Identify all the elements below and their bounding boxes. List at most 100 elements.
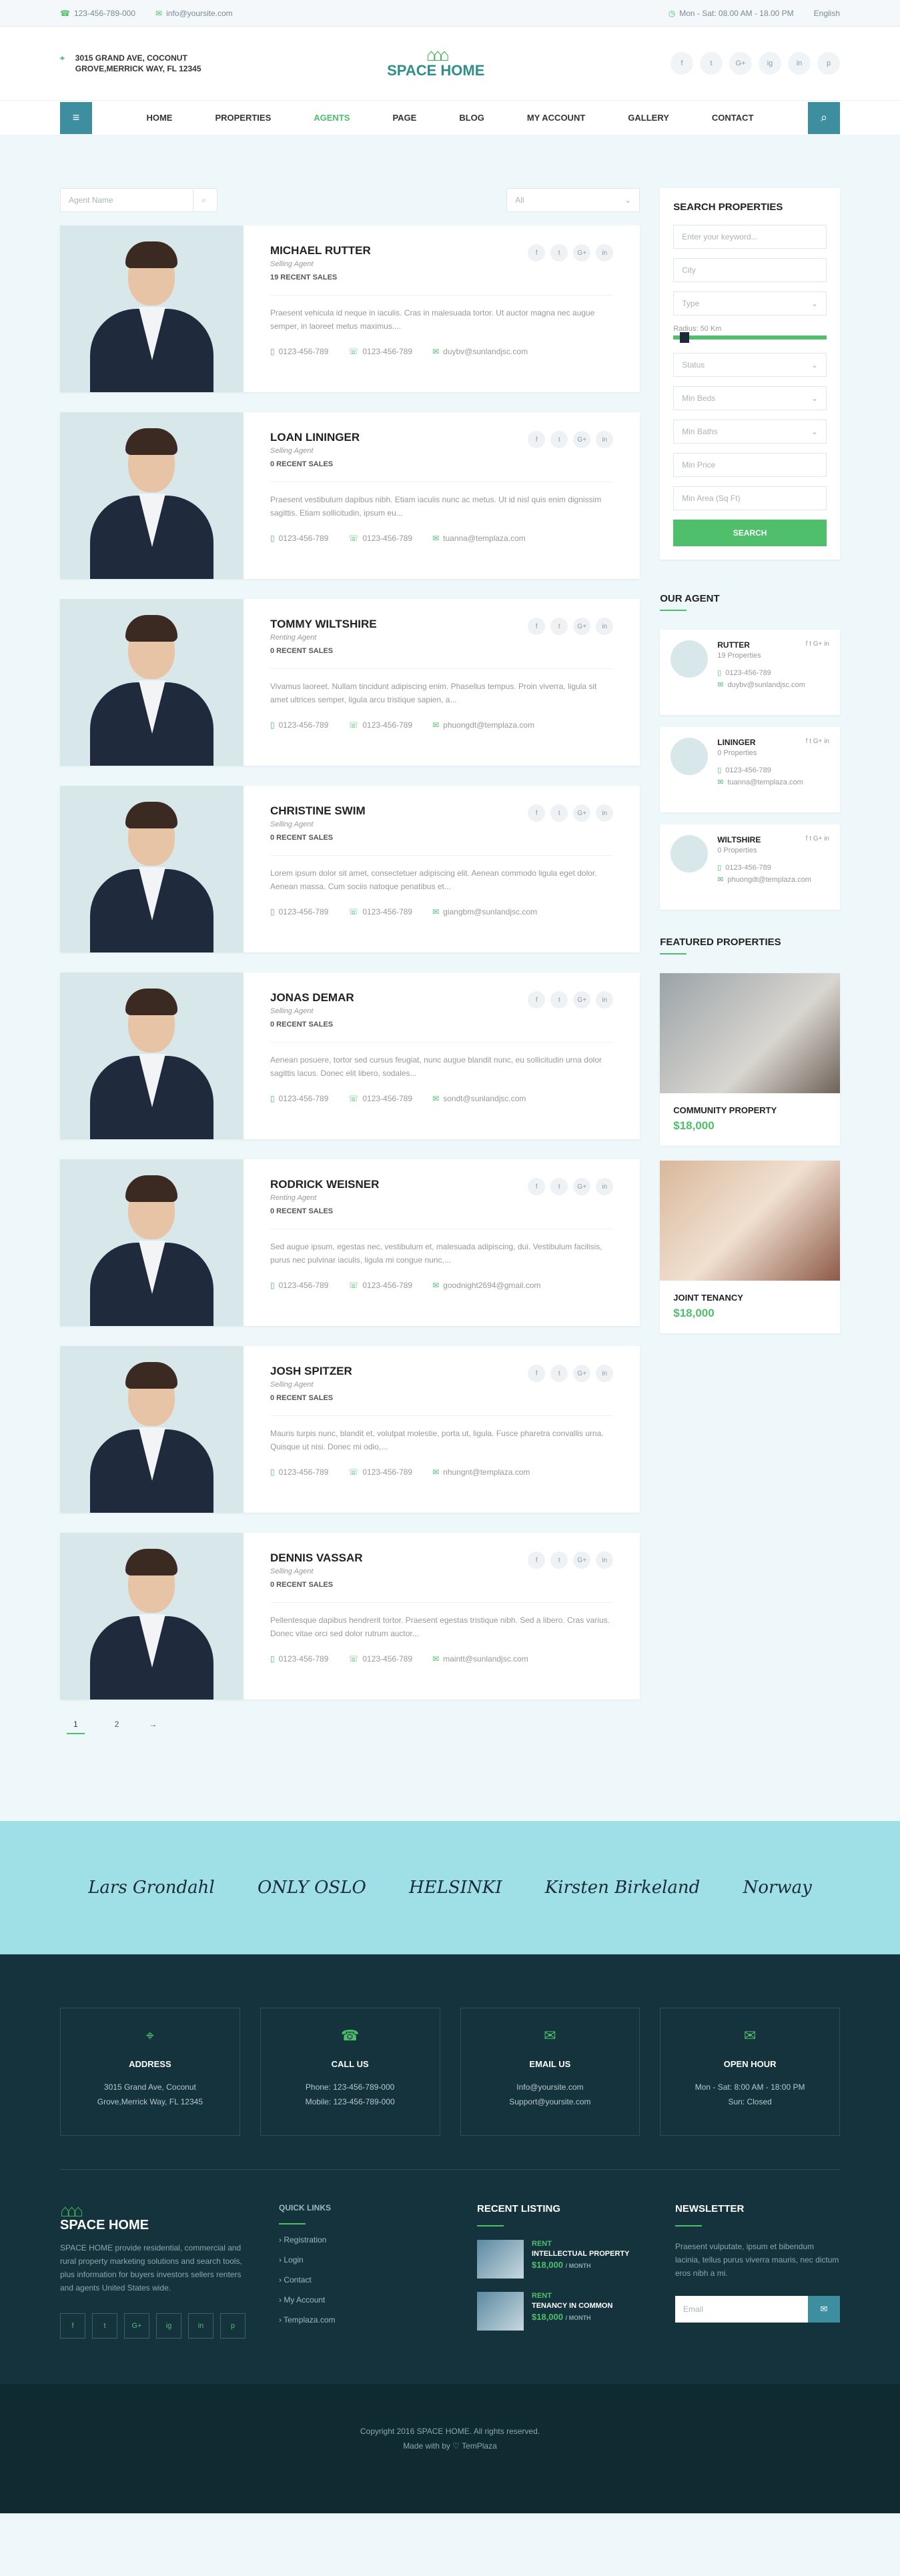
linkedin-icon[interactable]: in [596, 991, 614, 1009]
page-1[interactable]: 1 [67, 1720, 85, 1734]
nav-blog[interactable]: BLOG [459, 113, 484, 123]
instagram-icon[interactable]: ig [156, 2313, 181, 2339]
mini-agent-name[interactable]: RUTTER [717, 640, 750, 650]
featured-property[interactable]: COMMUNITY PROPERTY $18,000 [660, 973, 840, 1146]
property-image[interactable] [660, 1161, 840, 1281]
agent-name[interactable]: MICHAEL RUTTER [270, 244, 371, 257]
partner-logo[interactable]: Kirsten Birkeland [545, 1878, 701, 1898]
agent-name-input[interactable]: Agent Name [60, 188, 193, 212]
city-input[interactable]: City [673, 258, 827, 282]
partner-logo[interactable]: Norway [743, 1878, 812, 1898]
agent-email[interactable]: ✉ sondt@sunlandjsc.com [432, 1094, 526, 1103]
quick-link[interactable]: › My Account [279, 2295, 444, 2305]
facebook-icon[interactable]: f [528, 1365, 546, 1382]
menu-toggle-button[interactable]: ≡ [60, 101, 92, 134]
nav-contact[interactable]: CONTACT [712, 113, 754, 123]
nav-page[interactable]: PAGE [392, 113, 416, 123]
agent-photo[interactable] [60, 786, 244, 952]
agent-email[interactable]: ✉ duybv@sunlandjsc.com [432, 347, 528, 356]
mini-agent-name[interactable]: LININGER [717, 738, 755, 747]
agent-photo[interactable] [60, 225, 244, 392]
agent-card[interactable]: JONAS DEMAR Selling Agent 0 RECENT SALES f… [60, 973, 640, 1139]
email-info[interactable]: ✉ info@yoursite.com [155, 9, 233, 18]
twitter-icon[interactable]: t [550, 1178, 568, 1195]
google-plus-icon[interactable]: G+ [729, 52, 752, 75]
avatar[interactable] [670, 738, 709, 775]
avatar[interactable] [670, 640, 709, 678]
facebook-icon[interactable]: f [528, 618, 546, 635]
pinterest-icon[interactable]: p [220, 2313, 246, 2339]
search-submit-button[interactable]: SEARCH [673, 520, 827, 546]
slider-handle[interactable] [680, 332, 690, 343]
facebook-icon[interactable]: f [528, 1178, 546, 1195]
mini-agent-socials[interactable]: f t G+ in [806, 738, 829, 747]
google-plus-icon[interactable]: G+ [573, 244, 591, 261]
area-input[interactable]: Min Area (Sq Ft) [673, 486, 827, 510]
radius-slider[interactable] [673, 332, 827, 343]
agent-type-select[interactable]: All ⌄ [506, 188, 640, 212]
agent-card[interactable]: CHRISTINE SWIM Selling Agent 0 RECENT SALE… [60, 786, 640, 952]
next-page[interactable]: → [149, 1720, 157, 1734]
google-plus-icon[interactable]: G+ [573, 1551, 591, 1569]
agent-email[interactable]: ✉ giangbm@sunlandjsc.com [432, 907, 537, 916]
google-plus-icon[interactable]: G+ [573, 431, 591, 448]
agent-photo[interactable] [60, 1346, 244, 1513]
google-plus-icon[interactable]: G+ [573, 1365, 591, 1382]
twitter-icon[interactable]: t [550, 1365, 568, 1382]
facebook-icon[interactable]: f [670, 52, 693, 75]
agent-name[interactable]: RODRICK WEISNER [270, 1178, 379, 1191]
mini-agent-card[interactable]: WILTSHIRE f t G+ in 0 Properties ▯ 0123-45… [660, 824, 840, 910]
facebook-icon[interactable]: f [528, 431, 546, 448]
quick-link[interactable]: › Templaza.com [279, 2315, 444, 2325]
google-plus-icon[interactable]: G+ [573, 991, 591, 1009]
property-name[interactable]: COMMUNITY PROPERTY [673, 1105, 827, 1115]
avatar[interactable] [670, 835, 709, 872]
agent-photo[interactable] [60, 1533, 244, 1700]
facebook-icon[interactable]: f [528, 991, 546, 1009]
baths-select[interactable]: Min Baths ⌄ [673, 420, 827, 444]
twitter-icon[interactable]: t [92, 2313, 117, 2339]
nav-properties[interactable]: PROPERTIES [215, 113, 271, 123]
agent-name[interactable]: JOSH SPITZER [270, 1365, 352, 1378]
agent-photo[interactable] [60, 412, 244, 579]
mini-agent-socials[interactable]: f t G+ in [806, 640, 829, 650]
linkedin-icon[interactable]: in [596, 1365, 614, 1382]
agent-photo[interactable] [60, 973, 244, 1139]
facebook-icon[interactable]: f [528, 244, 546, 261]
agent-card[interactable]: TOMMY WILTSHIRE Renting Agent 0 RECENT SAL… [60, 599, 640, 766]
status-select[interactable]: Status ⌄ [673, 353, 827, 377]
quick-link[interactable]: › Login [279, 2255, 444, 2265]
nav-my-account[interactable]: MY ACCOUNT [527, 113, 585, 123]
twitter-icon[interactable]: t [700, 52, 723, 75]
partner-logo[interactable]: Lars Grondahl [88, 1878, 215, 1898]
facebook-icon[interactable]: f [60, 2313, 85, 2339]
linkedin-icon[interactable]: in [596, 618, 614, 635]
google-plus-icon[interactable]: G+ [573, 804, 591, 822]
google-plus-icon[interactable]: G+ [573, 1178, 591, 1195]
linkedin-icon[interactable]: in [596, 1178, 614, 1195]
nav-home[interactable]: HOME [146, 113, 172, 123]
price-input[interactable]: Min Price [673, 453, 827, 477]
agent-email[interactable]: ✉ maintt@sunlandjsc.com [432, 1654, 528, 1664]
linkedin-icon[interactable]: in [596, 431, 614, 448]
quick-link[interactable]: › Contact [279, 2275, 444, 2285]
twitter-icon[interactable]: t [550, 804, 568, 822]
beds-select[interactable]: Min Beds ⌄ [673, 386, 827, 410]
listing-item[interactable]: RENT INTELLECTUAL PROPERTY $18,000 / MONTH [477, 2240, 642, 2279]
featured-property[interactable]: JOINT TENANCY $18,000 [660, 1161, 840, 1333]
agent-card[interactable]: DENNIS VASSAR Selling Agent 0 RECENT SALES… [60, 1533, 640, 1700]
google-plus-icon[interactable]: G+ [124, 2313, 149, 2339]
quick-link[interactable]: › Registration [279, 2235, 444, 2244]
mini-agent-email[interactable]: ✉ phuongdt@templaza.com [717, 874, 829, 886]
mini-agent-email[interactable]: ✉ tuanna@templaza.com [717, 776, 829, 788]
type-select[interactable]: Type ⌄ [673, 291, 827, 315]
agent-name[interactable]: LOAN LININGER [270, 431, 360, 444]
linkedin-icon[interactable]: in [596, 244, 614, 261]
nav-agents[interactable]: AGENTS [314, 113, 350, 123]
twitter-icon[interactable]: t [550, 244, 568, 261]
google-plus-icon[interactable]: G+ [573, 618, 591, 635]
agent-card[interactable]: JOSH SPITZER Selling Agent 0 RECENT SALES … [60, 1346, 640, 1513]
mini-agent-card[interactable]: RUTTER f t G+ in 19 Properties ▯ 0123-456-… [660, 630, 840, 715]
agent-name[interactable]: TOMMY WILTSHIRE [270, 618, 377, 631]
agent-email[interactable]: ✉ phuongdt@templaza.com [432, 720, 534, 730]
